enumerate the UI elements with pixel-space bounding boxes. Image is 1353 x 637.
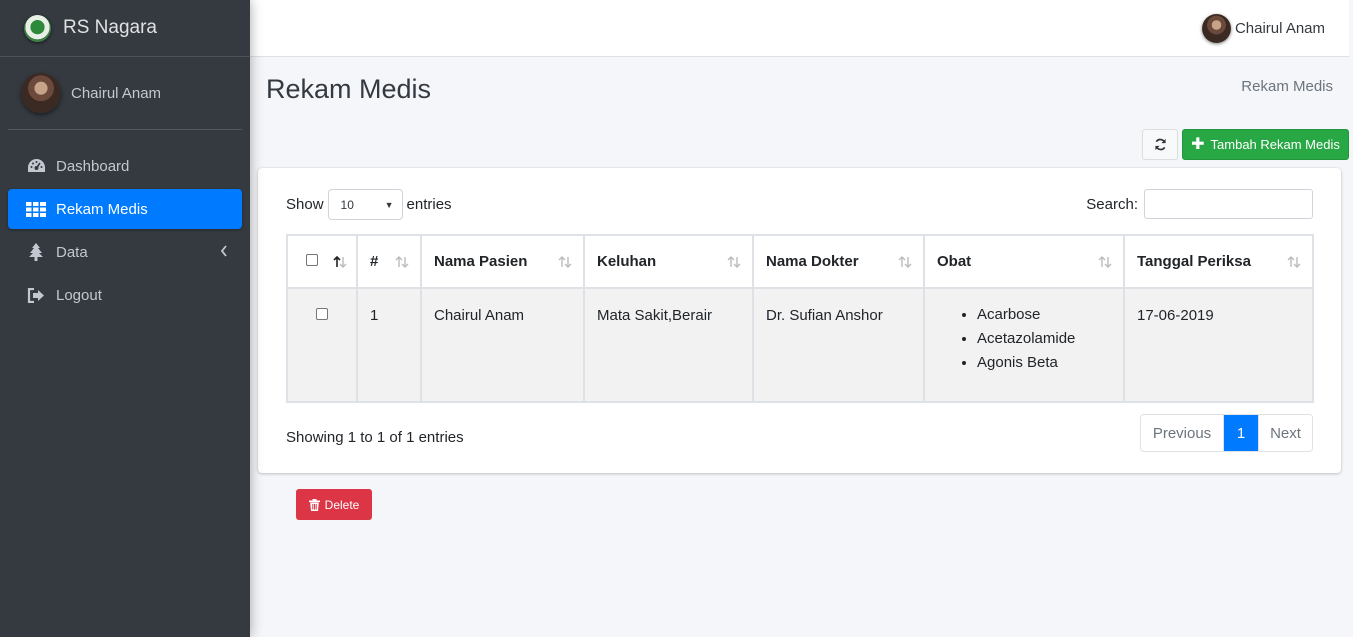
select-all-checkbox[interactable] <box>306 254 318 266</box>
row-keluhan: Mata Sakit,Berair <box>584 288 753 402</box>
page-title: Rekam Medis <box>266 74 432 104</box>
search-input[interactable] <box>1144 189 1313 219</box>
list-item: Acetazolamide <box>977 327 1111 351</box>
sidebar-item-label: Rekam Medis <box>56 200 148 218</box>
pagination: Previous 1 Next <box>1140 414 1313 452</box>
sort-icon <box>558 256 572 268</box>
sort-icon <box>727 256 741 268</box>
col-tanggal-periksa[interactable]: Tanggal Periksa <box>1124 235 1313 288</box>
col-keluhan[interactable]: Keluhan <box>584 235 753 288</box>
add-button-label: Tambah Rekam Medis <box>1210 137 1340 152</box>
page-length-select[interactable]: 10 ▼ <box>327 189 403 220</box>
row-checkbox[interactable] <box>316 308 328 320</box>
page-length-value: 10 <box>340 197 354 212</box>
breadcrumb: Rekam Medis <box>1241 78 1333 95</box>
sidebar: RS Nagara Chairul Anam Dashboard Rekam M… <box>0 0 250 637</box>
col-obat[interactable]: Obat <box>924 235 1124 288</box>
sidebar-item-data[interactable]: Data <box>8 232 242 272</box>
col-select[interactable] <box>287 235 357 288</box>
col-nama-dokter[interactable]: Nama Dokter <box>753 235 924 288</box>
main-content: Rekam Medis Rekam Medis ✚ Tambah Rekam M… <box>250 57 1353 637</box>
table-row[interactable]: 1 Chairul Anam Mata Sakit,Berair Dr. Suf… <box>287 288 1313 402</box>
sort-icon <box>1287 256 1301 268</box>
sidebar-item-logout[interactable]: Logout <box>8 275 242 315</box>
delete-label: Delete <box>324 497 360 512</box>
table-info: Showing 1 to 1 of 1 entries <box>286 429 464 446</box>
table-header-row: # Nama Pasien Keluhan Nama Dokter Obat T… <box>287 235 1313 288</box>
column-header: Keluhan <box>597 253 657 270</box>
row-number: 1 <box>357 288 421 402</box>
search-label: Search: <box>1086 195 1138 213</box>
plus-icon: ✚ <box>1191 135 1205 153</box>
refresh-icon <box>1154 138 1166 151</box>
row-nama-pasien: Chairul Anam <box>421 288 584 402</box>
sidebar-item-label: Data <box>56 243 88 261</box>
row-nama-dokter: Dr. Sufian Anshor <box>753 288 924 402</box>
column-header: Tanggal Periksa <box>1137 253 1251 270</box>
table-icon <box>26 200 46 218</box>
tree-icon <box>26 243 46 261</box>
sort-icon <box>395 256 409 268</box>
list-item: Acarbose <box>977 303 1111 327</box>
sort-asc-icon <box>333 255 347 268</box>
column-header: Nama Dokter <box>766 253 859 270</box>
sidebar-nav: Dashboard Rekam Medis Data Logout <box>0 130 250 315</box>
brand-name: RS Nagara <box>63 17 157 38</box>
sidebar-item-rekam-medis[interactable]: Rekam Medis <box>8 189 242 229</box>
caret-down-icon: ▼ <box>384 199 394 210</box>
entries-label: entries <box>406 196 452 213</box>
column-header: # <box>370 253 379 270</box>
records-table: # Nama Pasien Keluhan Nama Dokter Obat T… <box>286 234 1314 403</box>
row-select-cell <box>287 288 357 402</box>
scrollbar[interactable] <box>1349 0 1353 637</box>
refresh-button[interactable] <box>1142 129 1178 160</box>
list-item: Agonis Beta <box>977 351 1111 375</box>
page-1-button[interactable]: 1 <box>1224 415 1258 451</box>
row-tanggal-periksa: 17-06-2019 <box>1124 288 1313 402</box>
records-card: Show 10 ▼ entries Search: # Nama Pasien … <box>258 168 1341 473</box>
sidebar-item-label: Dashboard <box>56 157 130 175</box>
brand-logo <box>24 14 51 42</box>
search-control: Search: <box>1086 189 1313 219</box>
dashboard-icon <box>26 157 46 175</box>
trash-icon <box>308 498 320 511</box>
show-label: Show <box>286 196 324 213</box>
sort-icon <box>1098 256 1112 268</box>
previous-page-button[interactable]: Previous <box>1141 415 1224 451</box>
col-number[interactable]: # <box>357 235 421 288</box>
next-page-button[interactable]: Next <box>1258 415 1312 451</box>
row-obat: Acarbose Acetazolamide Agonis Beta <box>924 288 1124 402</box>
page-length-control: Show 10 ▼ entries <box>286 189 452 220</box>
sidebar-item-dashboard[interactable]: Dashboard <box>8 146 242 186</box>
column-header: Nama Pasien <box>434 253 528 270</box>
delete-button[interactable]: Delete <box>296 489 372 520</box>
top-navbar: Chairul Anam <box>250 0 1353 57</box>
sort-icon <box>898 256 912 268</box>
avatar <box>21 73 61 113</box>
sidebar-item-label: Logout <box>56 286 102 304</box>
obat-list: Acarbose Acetazolamide Agonis Beta <box>937 303 1111 375</box>
add-rekam-medis-button[interactable]: ✚ Tambah Rekam Medis <box>1182 129 1349 160</box>
user-name: Chairul Anam <box>71 84 162 102</box>
sign-out-icon <box>26 286 46 304</box>
column-header: Obat <box>937 253 972 270</box>
user-panel[interactable]: Chairul Anam <box>8 57 242 130</box>
avatar[interactable] <box>1201 13 1231 43</box>
chevron-left-icon <box>220 245 227 257</box>
user-menu[interactable]: Chairul Anam <box>1235 20 1325 37</box>
brand-link[interactable]: RS Nagara <box>0 0 250 57</box>
col-nama-pasien[interactable]: Nama Pasien <box>421 235 584 288</box>
